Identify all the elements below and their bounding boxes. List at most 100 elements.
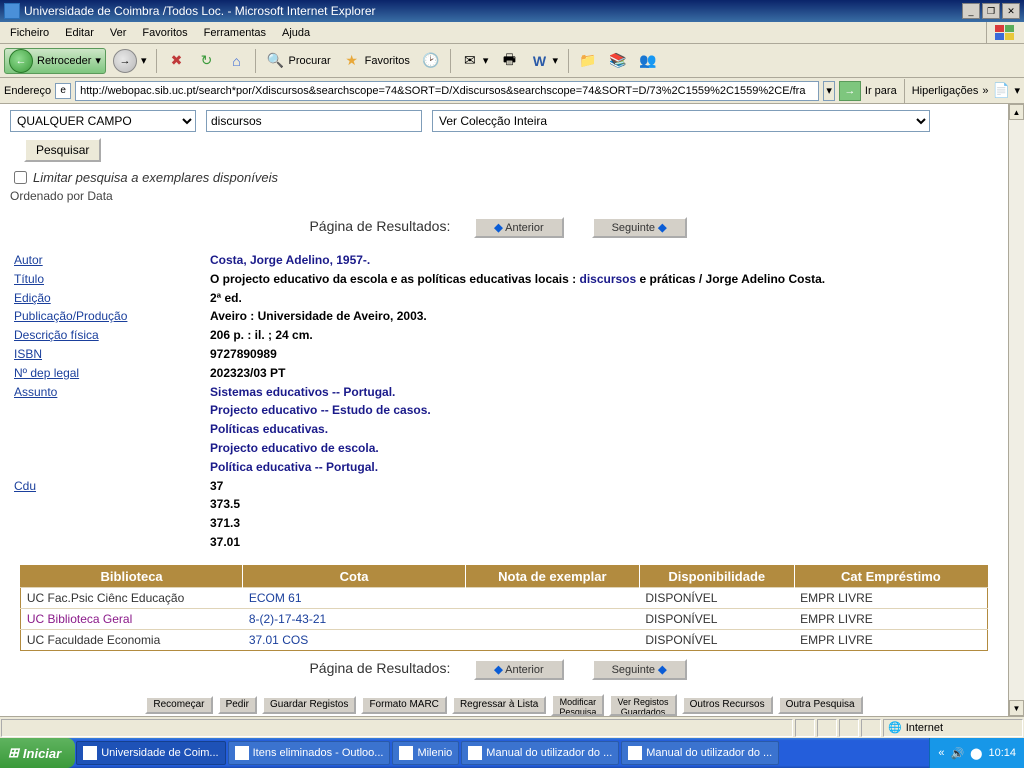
tray-icon[interactable]: ⬤	[970, 747, 982, 760]
titulo-link[interactable]: discursos	[579, 272, 636, 286]
links-label[interactable]: Hiperligações	[912, 85, 979, 97]
zone-label: Internet	[906, 722, 943, 734]
action-marc[interactable]: Formato MARC	[361, 696, 446, 714]
prev-button[interactable]: ◆ Anterior	[474, 659, 563, 680]
edit-button[interactable]: W▾	[525, 48, 563, 74]
task-button[interactable]: Itens eliminados - Outloo...	[228, 741, 391, 765]
action-modificar[interactable]: Modificar Pesquisa	[551, 694, 604, 716]
history-button[interactable]: 🕑	[417, 48, 445, 74]
scroll-up-button[interactable]: ▲	[1009, 104, 1024, 120]
mail-button[interactable]: ✉▾	[456, 48, 494, 74]
refresh-button[interactable]: ↻	[192, 48, 220, 74]
chevron-left-icon[interactable]: «	[938, 747, 944, 759]
cell-cota[interactable]: 37.01 COS	[243, 629, 465, 650]
label-deplegal[interactable]: Nº dep legal	[14, 366, 79, 380]
search-button[interactable]: 🔍Procurar	[261, 48, 335, 74]
address-input[interactable]	[75, 81, 819, 101]
next-button[interactable]: Seguinte ◆	[592, 659, 687, 680]
pdf-icon[interactable]: 📄	[992, 82, 1010, 100]
windows-logo-icon: ⊞	[8, 745, 19, 761]
window-titlebar: Universidade de Coimbra /Todos Loc. - Mi…	[0, 0, 1024, 22]
query-input[interactable]	[206, 110, 422, 132]
field-select[interactable]: QUALQUER CAMPO	[10, 110, 196, 132]
cdu-value: 37	[210, 478, 994, 495]
chevron-down-icon[interactable]: ▾	[1014, 84, 1020, 97]
close-button[interactable]: ✕	[1002, 3, 1020, 19]
minimize-button[interactable]: _	[962, 3, 980, 19]
action-guardar[interactable]: Guardar Registos	[262, 696, 356, 714]
go-button[interactable]: →	[839, 81, 861, 101]
history-icon: 🕑	[422, 52, 440, 70]
prev-button[interactable]: ◆ Anterior	[474, 217, 563, 238]
research-button[interactable]: 📚	[604, 48, 632, 74]
cell-nota	[465, 629, 639, 650]
action-recomecar[interactable]: Recomeçar	[145, 696, 212, 714]
favorites-button[interactable]: ★ Favoritos	[338, 48, 415, 74]
record-details: Autor Costa, Jorge Adelino, 1957-. Título…	[14, 252, 994, 551]
label-publicacao[interactable]: Publicação/Produção	[14, 309, 127, 323]
menu-editar[interactable]: Editar	[57, 25, 102, 41]
forward-button[interactable]: → ▾	[108, 48, 152, 74]
print-button[interactable]: 🖶	[495, 48, 523, 74]
label-assunto[interactable]: Assunto	[14, 385, 57, 399]
star-icon: ★	[343, 52, 361, 70]
task-button[interactable]: Manual do utilizador do ...	[621, 741, 779, 765]
content-area: QUALQUER CAMPO Ver Colecção Inteira Pesq…	[0, 104, 1024, 716]
assunto-link[interactable]: Projecto educativo -- Estudo de casos.	[210, 403, 431, 417]
assunto-link[interactable]: Políticas educativas.	[210, 422, 328, 436]
assunto-link[interactable]: Projecto educativo de escola.	[210, 441, 379, 455]
favorites-label: Favoritos	[365, 55, 410, 67]
start-button[interactable]: ⊞ Iniciar	[0, 738, 75, 768]
chevron-down-icon[interactable]: ▾	[823, 81, 835, 101]
scrollbar[interactable]: ▲ ▼	[1008, 104, 1024, 716]
task-button[interactable]: Milenio	[392, 741, 459, 765]
cell-bib[interactable]: UC Biblioteca Geral	[20, 608, 242, 629]
label-autor[interactable]: Autor	[14, 253, 43, 267]
label-titulo[interactable]: Título	[14, 272, 44, 286]
action-outros[interactable]: Outros Recursos	[682, 696, 773, 714]
tray-icon[interactable]: 🔊	[950, 747, 964, 760]
restore-button[interactable]: ❐	[982, 3, 1000, 19]
cell-cota[interactable]: ECOM 61	[243, 587, 465, 608]
menu-favoritos[interactable]: Favoritos	[134, 25, 195, 41]
cell-bib: UC Fac.Psic Ciênc Educação	[20, 587, 242, 608]
task-button[interactable]: Manual do utilizador do ...	[461, 741, 619, 765]
collection-select[interactable]: Ver Colecção Inteira	[432, 110, 930, 132]
autor-link[interactable]: Costa, Jorge Adelino, 1957-.	[210, 253, 370, 267]
menu-ajuda[interactable]: Ajuda	[274, 25, 318, 41]
label-cdu[interactable]: Cdu	[14, 479, 36, 493]
menu-ferramentas[interactable]: Ferramentas	[196, 25, 274, 41]
chevron-right-icon[interactable]: »	[982, 85, 988, 97]
pager-top: Página de Resultados: ◆ Anterior Seguint…	[10, 217, 998, 238]
action-pedir[interactable]: Pedir	[218, 696, 257, 714]
search-submit-button[interactable]: Pesquisar	[24, 138, 101, 162]
next-button[interactable]: Seguinte ◆	[592, 217, 687, 238]
action-regressar[interactable]: Regressar à Lista	[452, 696, 546, 714]
table-header-row: Biblioteca Cota Nota de exemplar Disponi…	[20, 565, 987, 587]
assunto-link[interactable]: Política educativa -- Portugal.	[210, 460, 378, 474]
cell-cota[interactable]: 8-(2)-17-43-21	[243, 608, 465, 629]
label-isbn[interactable]: ISBN	[14, 347, 42, 361]
research-icon: 📚	[609, 52, 627, 70]
messenger-button[interactable]: 👥	[634, 48, 662, 74]
stop-button[interactable]: ✖	[162, 48, 190, 74]
assunto-link[interactable]: Sistemas educativos -- Portugal.	[210, 385, 395, 399]
action-ver-guardados[interactable]: Ver Registos Guardados	[609, 694, 676, 716]
cell-disp: DISPONÍVEL	[639, 608, 794, 629]
folder-button[interactable]: 📁	[574, 48, 602, 74]
clock: 10:14	[988, 747, 1016, 759]
back-button[interactable]: ← Retroceder ▾	[4, 48, 106, 74]
menu-ficheiro[interactable]: Ficheiro	[2, 25, 57, 41]
menu-ver[interactable]: Ver	[102, 25, 135, 41]
limit-label: Limitar pesquisa a exemplares disponívei…	[33, 170, 278, 185]
action-outra[interactable]: Outra Pesquisa	[778, 696, 863, 714]
scroll-down-button[interactable]: ▼	[1009, 700, 1024, 716]
print-icon: 🖶	[500, 52, 518, 70]
word-icon: W	[530, 52, 548, 70]
limit-checkbox[interactable]	[14, 171, 27, 184]
label-descricao[interactable]: Descrição física	[14, 328, 99, 342]
label-edicao[interactable]: Edição	[14, 291, 51, 305]
scroll-track[interactable]	[1009, 120, 1024, 700]
home-button[interactable]: ⌂	[222, 48, 250, 74]
task-button[interactable]: Universidade de Coim...	[76, 741, 225, 765]
